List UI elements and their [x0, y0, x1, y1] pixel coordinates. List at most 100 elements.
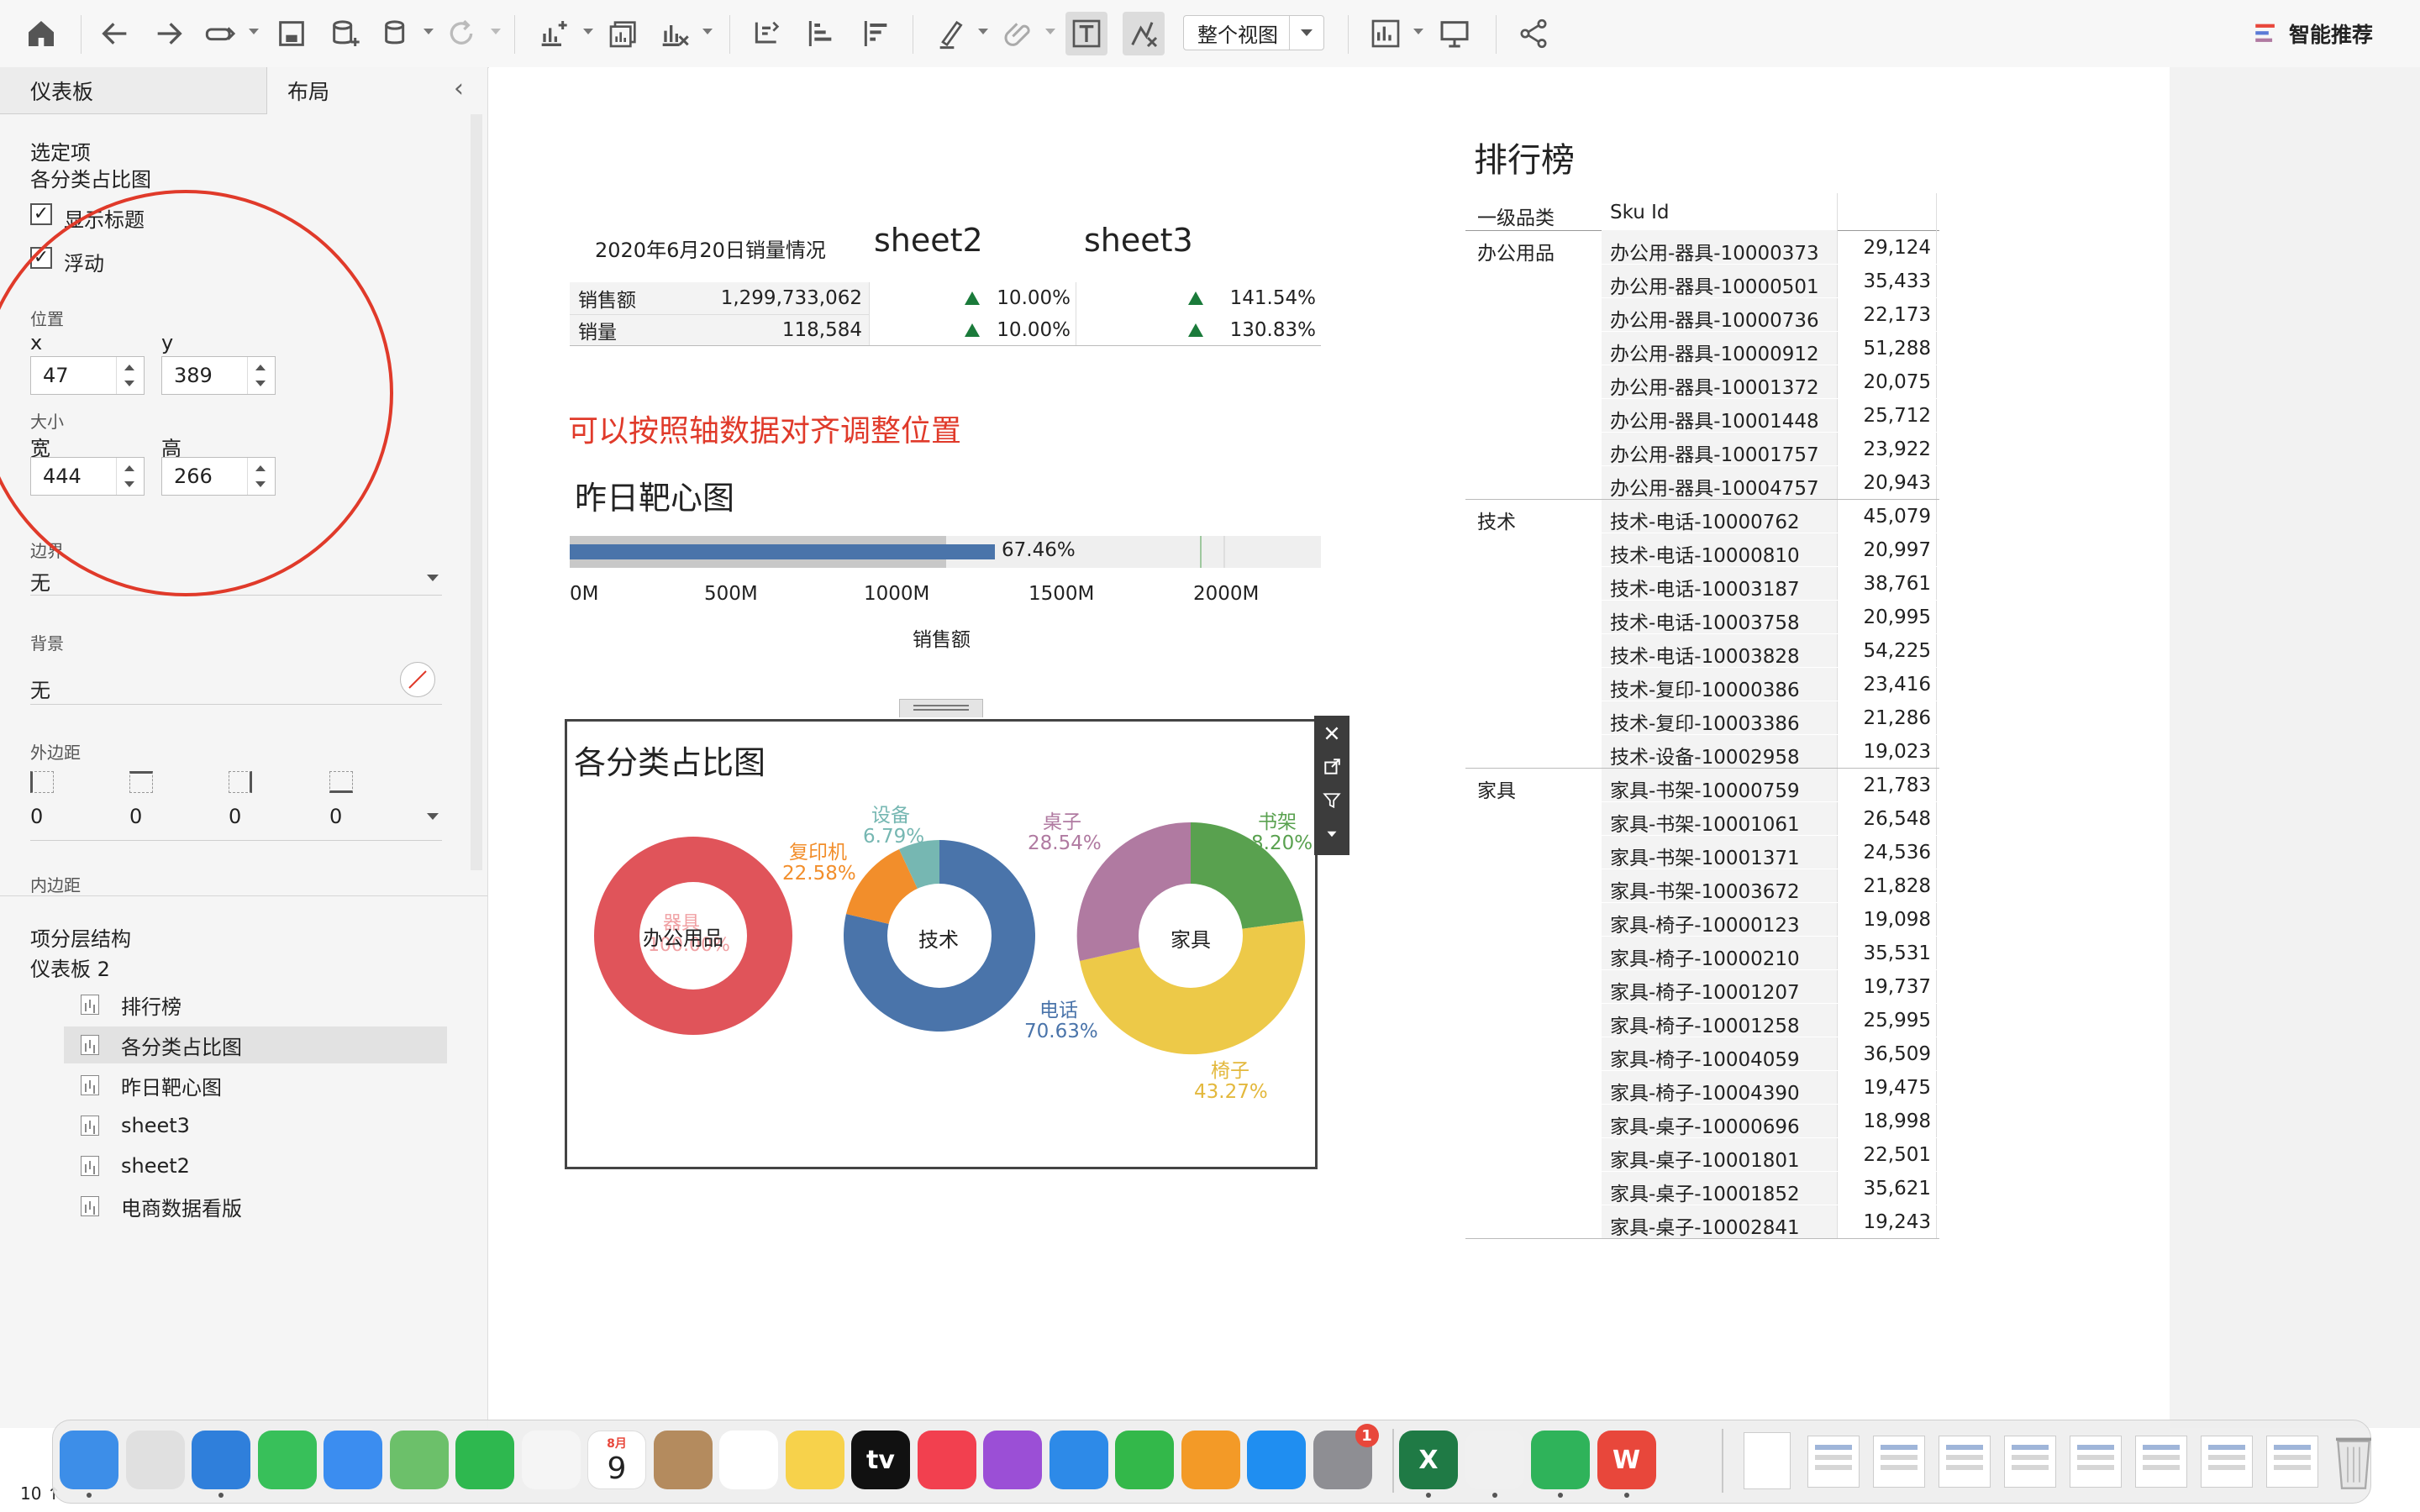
new-worksheet-icon[interactable]: [534, 12, 571, 55]
mail-icon[interactable]: [324, 1431, 382, 1489]
contacts-icon[interactable]: [653, 1431, 713, 1489]
running-indicator: [1623, 1493, 1629, 1498]
notification-badge: 1: [1355, 1424, 1379, 1447]
share-icon[interactable]: [1514, 12, 1553, 55]
container-drag-handle[interactable]: [899, 699, 983, 717]
messages-icon[interactable]: [257, 1431, 317, 1489]
notes-icon[interactable]: [785, 1431, 844, 1489]
show-me-icon[interactable]: [1366, 12, 1405, 55]
text-label-icon[interactable]: [1065, 12, 1107, 55]
slice-label-device-pct: 6.79%: [863, 826, 925, 848]
duplicate-sheet-icon[interactable]: [605, 12, 642, 55]
undo-icon[interactable]: [96, 12, 134, 55]
bullet-tick-label: 1500M: [1028, 583, 1095, 605]
music-icon[interactable]: [917, 1431, 976, 1489]
margin-top-value[interactable]: 0: [129, 805, 142, 828]
ranking-value: 25,712: [1863, 405, 1931, 427]
tree-item-sheet2[interactable]: sheet2: [64, 1147, 447, 1184]
ranking-title: 排行榜: [1474, 141, 1575, 180]
txt-file-icon[interactable]: [1744, 1432, 1791, 1489]
presentation-icon[interactable]: [1435, 12, 1474, 55]
launchpad-icon[interactable]: [125, 1431, 185, 1489]
document-thumbnail[interactable]: [1873, 1436, 1925, 1488]
photos-icon[interactable]: [521, 1431, 581, 1489]
keynote-icon[interactable]: [1049, 1431, 1108, 1489]
border-select[interactable]: 无: [30, 566, 50, 596]
highlight-pen-icon[interactable]: [933, 12, 970, 55]
filter-icon[interactable]: [1321, 790, 1343, 811]
document-thumbnail[interactable]: [2266, 1436, 2318, 1488]
sort-descending-icon[interactable]: [857, 12, 894, 55]
category-pie-container[interactable]: 各分类占比图 器具 100.00% 办公用品 技术 电话 70.63% 复印机 …: [565, 719, 1318, 1169]
appletv-icon[interactable]: tv: [851, 1431, 910, 1489]
media-player-icon[interactable]: [1531, 1431, 1590, 1489]
new-datasource-icon[interactable]: [328, 12, 363, 55]
tree-item-sheet3[interactable]: sheet3: [64, 1107, 447, 1144]
more-options-icon[interactable]: [1321, 823, 1343, 845]
trash-icon[interactable]: [2330, 1429, 2377, 1493]
margin-right-value[interactable]: 0: [229, 805, 241, 828]
document-thumbnail[interactable]: [2070, 1436, 2122, 1488]
sheet-icon: [81, 1035, 99, 1055]
redo-icon[interactable]: [150, 12, 188, 55]
refresh-icon[interactable]: [444, 12, 479, 55]
background-select[interactable]: 无: [30, 674, 50, 703]
document-thumbnail[interactable]: [2135, 1436, 2187, 1488]
ranking-sku: 技术-电话-10000762: [1610, 512, 1800, 533]
fit-view-select[interactable]: 整个视图: [1183, 15, 1324, 50]
document-thumbnail[interactable]: [2201, 1436, 2253, 1488]
system-settings-icon[interactable]: 1: [1313, 1424, 1379, 1489]
sheet2-title: sheet2: [874, 222, 983, 259]
tableau-icon[interactable]: [1465, 1431, 1524, 1489]
collapse-panel-icon[interactable]: ‹: [454, 74, 464, 103]
numbers-icon[interactable]: [1115, 1431, 1174, 1489]
facetime-icon[interactable]: [455, 1431, 514, 1489]
home-icon[interactable]: [22, 12, 60, 55]
redirect-icon[interactable]: [202, 12, 240, 55]
margin-dropdown-icon[interactable]: [427, 813, 439, 820]
show-title-checkbox[interactable]: ✓: [30, 203, 52, 225]
tree-item-category-pie[interactable]: 各分类占比图: [64, 1026, 447, 1063]
smart-recommend-button[interactable]: 智能推荐: [2252, 15, 2373, 52]
kpi-value-sales: 1,299,733,062: [720, 287, 862, 309]
bullet-reference-line: [1223, 536, 1225, 568]
open-sheet-icon[interactable]: [1321, 756, 1343, 778]
datasource-icon[interactable]: [380, 12, 415, 55]
document-thumbnail[interactable]: [1939, 1436, 1991, 1488]
smart-recommend-icon: [2255, 24, 2275, 42]
reminders-icon[interactable]: [719, 1431, 778, 1489]
tree-item-ecommerce-board[interactable]: 电商数据看版: [64, 1188, 447, 1225]
tree-item-bullet[interactable]: 昨日靶心图: [64, 1067, 447, 1104]
document-thumbnail[interactable]: [1807, 1436, 1860, 1488]
background-color-picker[interactable]: [400, 662, 435, 697]
podcasts-icon[interactable]: [983, 1431, 1042, 1489]
fix-axes-icon[interactable]: [1123, 12, 1165, 55]
panel-scrollbar[interactable]: [471, 114, 482, 870]
margin-bottom-value[interactable]: 0: [329, 805, 342, 828]
document-thumbnail[interactable]: [2004, 1436, 2056, 1488]
wps-icon[interactable]: W: [1597, 1431, 1656, 1489]
excel-icon[interactable]: X: [1399, 1431, 1458, 1489]
save-icon[interactable]: [274, 12, 309, 55]
clear-sheet-icon[interactable]: [655, 12, 692, 55]
calendar-icon[interactable]: 8月 9: [587, 1431, 646, 1489]
attach-icon[interactable]: [1000, 12, 1037, 55]
tree-item-ranking[interactable]: 排行榜: [64, 986, 447, 1023]
pages-icon[interactable]: [1181, 1431, 1240, 1489]
appstore-icon[interactable]: [1247, 1431, 1306, 1489]
slice-label-chair-name: 椅子: [1211, 1060, 1249, 1082]
ranking-value: 35,621: [1863, 1178, 1931, 1200]
tab-dashboard[interactable]: 仪表板: [0, 67, 267, 114]
no-color-icon: [408, 670, 427, 689]
border-dropdown-icon[interactable]: [427, 575, 439, 581]
maps-icon[interactable]: [389, 1431, 449, 1489]
hierarchy-label: 项分层结构: [30, 927, 131, 951]
margin-left-value[interactable]: 0: [30, 805, 43, 828]
selected-item-header: 选定项: [30, 141, 91, 165]
bullet-tick-label: 500M: [704, 583, 758, 605]
sort-ascending-icon[interactable]: [802, 12, 839, 55]
safari-icon[interactable]: [192, 1431, 250, 1489]
close-icon[interactable]: [1321, 722, 1343, 744]
swap-axes-icon[interactable]: [748, 12, 785, 55]
finder-icon[interactable]: [60, 1431, 118, 1489]
